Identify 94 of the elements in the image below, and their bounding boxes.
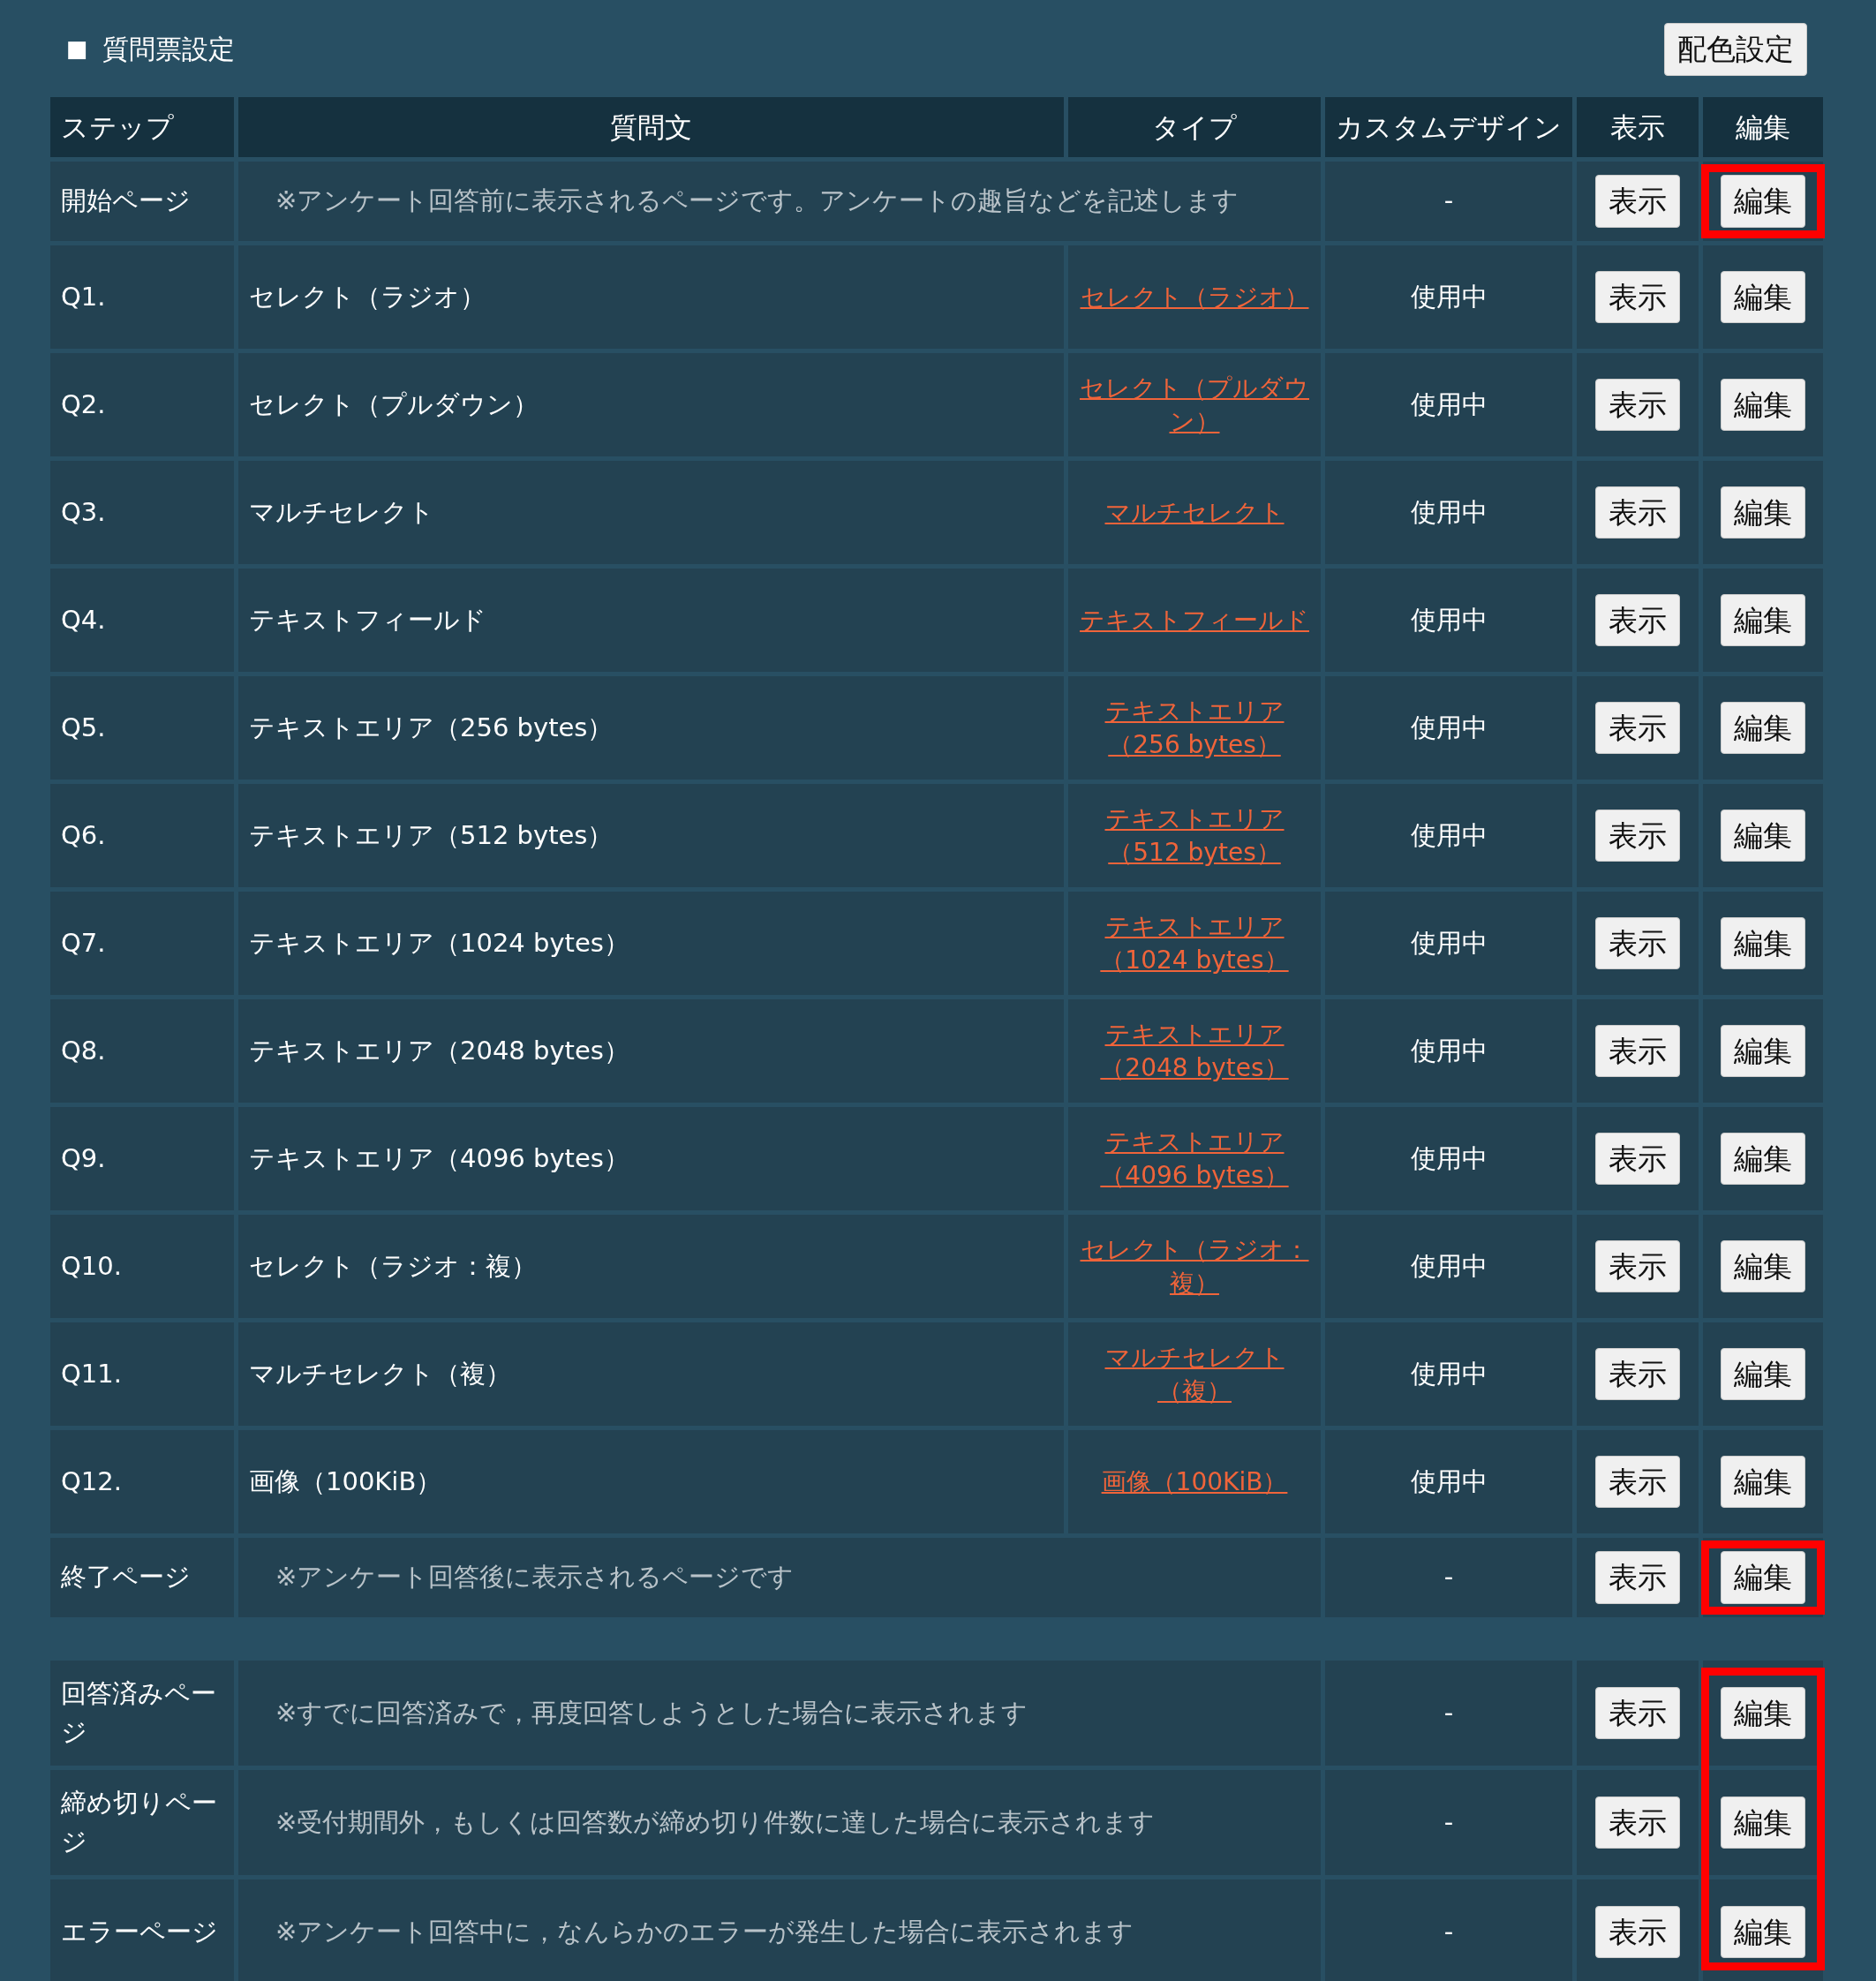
table-cell: Q2.: [50, 353, 234, 456]
column-header: タイプ: [1068, 97, 1321, 157]
table-cell: 使用中: [1325, 1322, 1572, 1426]
show-button[interactable]: 表示: [1595, 1455, 1680, 1509]
color-settings-button[interactable]: 配色設定: [1664, 23, 1807, 76]
table-cell: テキストエリア（512 bytes）: [238, 784, 1064, 887]
edit-button[interactable]: 編集: [1721, 1551, 1805, 1604]
column-header: 表示: [1577, 97, 1699, 157]
edit-button[interactable]: 編集: [1721, 1239, 1805, 1293]
column-header: カスタムデザイン: [1325, 97, 1572, 157]
show-button[interactable]: 表示: [1595, 1347, 1680, 1401]
table-cell: テキストエリア（256 bytes）: [238, 676, 1064, 780]
table-cell: ※受付期間外，もしくは回答数が締め切り件数に達した場合に表示されます: [238, 1770, 1321, 1875]
table-cell: -: [1325, 1770, 1572, 1875]
show-button[interactable]: 表示: [1595, 1239, 1680, 1293]
table-cell: Q10.: [50, 1215, 234, 1318]
edit-button[interactable]: 編集: [1721, 1796, 1805, 1849]
show-button[interactable]: 表示: [1595, 1905, 1680, 1959]
table-cell: Q1.: [50, 245, 234, 349]
edit-button[interactable]: 編集: [1721, 175, 1805, 228]
table-cell: 使用中: [1325, 353, 1572, 456]
edit-button[interactable]: 編集: [1721, 1347, 1805, 1401]
table-cell: 終了ページ: [50, 1538, 234, 1617]
show-button[interactable]: 表示: [1595, 916, 1680, 970]
show-button[interactable]: 表示: [1595, 1551, 1680, 1604]
table-cell: 使用中: [1325, 569, 1572, 672]
table-cell: 開始ページ: [50, 162, 234, 241]
table-cell: ※アンケート回答後に表示されるページです: [238, 1538, 1321, 1617]
table-cell: Q3.: [50, 461, 234, 564]
edit-button[interactable]: 編集: [1721, 1905, 1805, 1959]
table-cell: 使用中: [1325, 461, 1572, 564]
table-cell: マルチセレクト（複）: [238, 1322, 1064, 1426]
edit-button[interactable]: 編集: [1721, 809, 1805, 862]
show-button[interactable]: 表示: [1595, 1686, 1680, 1740]
show-button[interactable]: 表示: [1595, 593, 1680, 647]
table-cell: ※アンケート回答前に表示されるページです。アンケートの趣旨などを記述します: [238, 162, 1321, 241]
table-cell: 使用中: [1325, 676, 1572, 780]
table-cell: セレクト（プルダウン）: [238, 353, 1064, 456]
table-cell: セレクト（ラジオ：複）: [238, 1215, 1064, 1318]
bullet-icon: ■: [66, 31, 88, 66]
show-button[interactable]: 表示: [1595, 701, 1680, 755]
table-cell: Q9.: [50, 1107, 234, 1210]
table-cell: Q8.: [50, 999, 234, 1103]
edit-button[interactable]: 編集: [1721, 1132, 1805, 1186]
table-cell: Q5.: [50, 676, 234, 780]
table-cell: 回答済みページ: [50, 1661, 234, 1766]
table-cell: Q12.: [50, 1430, 234, 1533]
table-cell: -: [1325, 162, 1572, 241]
table-cell: テキストエリア（4096 bytes）: [238, 1107, 1064, 1210]
table-cell: 画像（100KiB）: [238, 1430, 1064, 1533]
show-button[interactable]: 表示: [1595, 270, 1680, 324]
table-cell: 使用中: [1325, 999, 1572, 1103]
edit-button[interactable]: 編集: [1721, 378, 1805, 432]
column-header: 質問文: [238, 97, 1064, 157]
table-cell: ※アンケート回答中に，なんらかのエラーが発生した場合に表示されます: [238, 1879, 1321, 1981]
table-cell: テキストエリア（1024 bytes）: [238, 892, 1064, 995]
table-cell: テキストエリア（2048 bytes）: [238, 999, 1064, 1103]
table-cell: 使用中: [1325, 1430, 1572, 1533]
show-button[interactable]: 表示: [1595, 175, 1680, 228]
table-cell: 使用中: [1325, 1107, 1572, 1210]
edit-button[interactable]: 編集: [1721, 486, 1805, 539]
table-cell: 使用中: [1325, 245, 1572, 349]
table-cell: Q11.: [50, 1322, 234, 1426]
show-button[interactable]: 表示: [1595, 809, 1680, 862]
table-cell: 使用中: [1325, 892, 1572, 995]
show-button[interactable]: 表示: [1595, 1024, 1680, 1078]
table-cell: 使用中: [1325, 784, 1572, 887]
show-button[interactable]: 表示: [1595, 378, 1680, 432]
table-cell: -: [1325, 1538, 1572, 1617]
edit-button[interactable]: 編集: [1721, 1024, 1805, 1078]
table-cell: Q6.: [50, 784, 234, 887]
column-header: ステップ: [50, 97, 234, 157]
show-button[interactable]: 表示: [1595, 1796, 1680, 1849]
table-cell: -: [1325, 1879, 1572, 1981]
column-header: 編集: [1703, 97, 1823, 157]
edit-button[interactable]: 編集: [1721, 916, 1805, 970]
edit-button[interactable]: 編集: [1721, 1455, 1805, 1509]
table-cell: エラーページ: [50, 1879, 234, 1981]
table-cell: セレクト（ラジオ）: [238, 245, 1064, 349]
show-button[interactable]: 表示: [1595, 486, 1680, 539]
table-cell: 使用中: [1325, 1215, 1572, 1318]
table-cell: 締め切りページ: [50, 1770, 234, 1875]
edit-button[interactable]: 編集: [1721, 1686, 1805, 1740]
table-cell: Q7.: [50, 892, 234, 995]
edit-button[interactable]: 編集: [1721, 701, 1805, 755]
show-button[interactable]: 表示: [1595, 1132, 1680, 1186]
table-cell: ※すでに回答済みで，再度回答しようとした場合に表示されます: [238, 1661, 1321, 1766]
table-cell: マルチセレクト: [238, 461, 1064, 564]
edit-button[interactable]: 編集: [1721, 270, 1805, 324]
edit-button[interactable]: 編集: [1721, 593, 1805, 647]
table-cell: -: [1325, 1661, 1572, 1766]
section-title: 質問票設定: [102, 32, 235, 66]
table-cell: テキストフィールド: [238, 569, 1064, 672]
table-cell: Q4.: [50, 569, 234, 672]
